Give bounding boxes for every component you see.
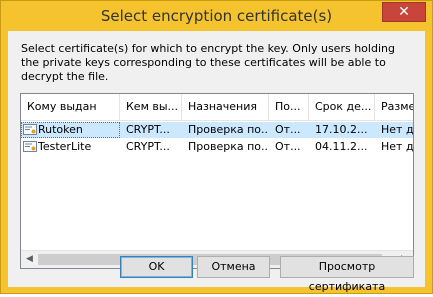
cell-purposes: Проверка по...	[188, 140, 269, 153]
cell-size: Нет д	[381, 123, 413, 136]
cell-issued-by: CRYPT...	[126, 123, 170, 136]
description-text: Select certificate(s) for which to encry…	[21, 42, 395, 83]
table-row[interactable]: TesterLite CRYPT... Проверка по... От...…	[21, 139, 413, 155]
view-certificate-button[interactable]: Просмотр сертификата	[280, 256, 414, 293]
ok-button[interactable]: OK	[120, 256, 193, 278]
cell-expiration: 04.11.2...	[315, 140, 368, 153]
cell-issued-by: CRYPT...	[126, 140, 170, 153]
column-header-friendly-name[interactable]: По...	[269, 94, 309, 120]
table-row[interactable]: Rutoken CRYPT... Проверка по... От... 17…	[21, 122, 413, 138]
cell-purposes: Проверка по...	[188, 123, 269, 136]
column-header-size[interactable]: Разме	[375, 94, 413, 120]
column-header-expiration[interactable]: Срок де...	[309, 94, 375, 120]
cell-friendly-name: От...	[275, 123, 301, 136]
scroll-left-icon[interactable]: ◀	[21, 251, 38, 268]
cancel-button[interactable]: Отмена	[197, 256, 270, 278]
cell-size: Нет д	[381, 140, 413, 153]
cell-expiration: 17.10.2...	[315, 123, 368, 136]
close-button[interactable]: ✕	[382, 2, 426, 22]
column-header-purposes[interactable]: Назначения	[182, 94, 269, 120]
column-header-issued-to[interactable]: Кому выдан	[21, 94, 120, 120]
cell-friendly-name: От...	[275, 140, 301, 153]
list-header: Кому выдан Кем вы... Назначения По... Ср…	[21, 94, 413, 121]
column-header-issued-by[interactable]: Кем вы...	[120, 94, 182, 120]
close-icon: ✕	[398, 4, 410, 20]
title-bar[interactable]: Select encryption certificate(s) ✕	[1, 1, 432, 31]
certificate-icon	[23, 124, 37, 135]
dialog-body: Select certificate(s) for which to encry…	[8, 31, 425, 293]
certificate-icon	[23, 141, 37, 152]
cell-issued-to: TesterLite	[38, 140, 92, 153]
cell-issued-to: Rutoken	[38, 123, 83, 136]
dialog-title: Select encryption certificate(s)	[100, 7, 333, 25]
certificate-list[interactable]: Кому выдан Кем вы... Назначения По... Ср…	[20, 93, 414, 269]
dialog-window: Select encryption certificate(s) ✕ Selec…	[0, 0, 433, 294]
